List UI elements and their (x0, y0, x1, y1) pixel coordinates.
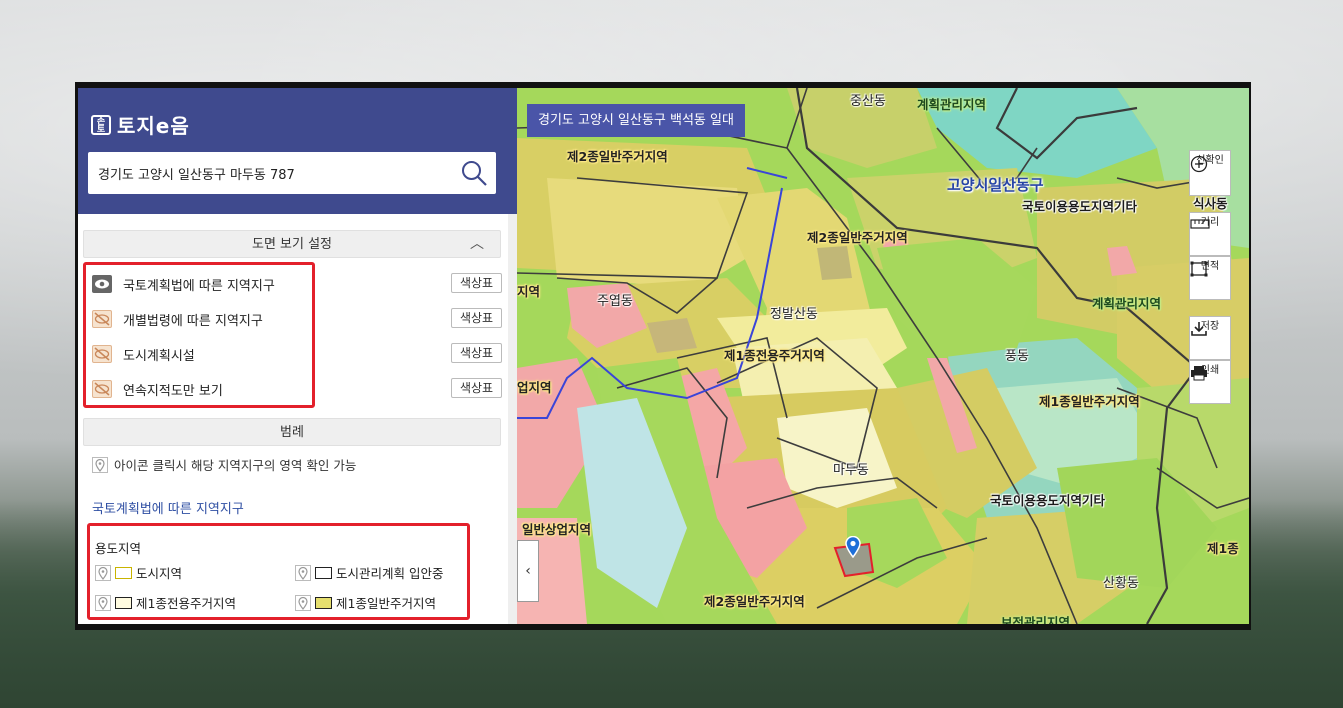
map-label: 지역 (517, 284, 541, 299)
legend-swatch (315, 596, 332, 609)
map-label: 주엽동 (597, 294, 633, 309)
legend-swatch (115, 566, 132, 579)
collapse-panel-button[interactable]: ‹ (517, 540, 539, 602)
map-label: 국토이용용도지역기타 (990, 493, 1106, 508)
map-label: 제2종일반주거지역 (704, 594, 805, 609)
view-settings-title: 도면 보기 설정 (251, 237, 333, 252)
legend-group-title: 용도지역 (95, 541, 142, 556)
legend-swatch (115, 596, 132, 609)
tool-distance-button[interactable]: 거리 (1189, 212, 1231, 256)
panel-scrollbar[interactable] (508, 214, 517, 624)
search-box (88, 152, 496, 194)
legend-item-general-res-1[interactable]: 제1종일반주거지역 (295, 593, 436, 612)
color-table-button[interactable]: 색상표 (451, 273, 502, 293)
layer-row-individual-law[interactable]: 개별법령에 따른 지역지구 색상표 (92, 307, 502, 331)
map-pin-icon (92, 456, 108, 473)
map-label: 계획관리지역 (1092, 296, 1162, 311)
color-table-button[interactable]: 색상표 (451, 378, 502, 398)
chevron-up-icon[interactable]: ︿ (470, 231, 484, 258)
map-label: 보전관리지역 (1001, 615, 1071, 624)
side-panel: 손토 토지e음 도면 보기 설정 ︿ 국토계획법에 따른 지역지구 색상표 개별… (78, 88, 517, 624)
eye-hidden-icon[interactable] (92, 380, 112, 398)
legend-info-text: 아이콘 클릭시 해당 지역지구의 영역 확인 가능 (114, 458, 357, 473)
layer-label: 도시계획시설 (123, 349, 195, 364)
chevron-left-icon[interactable]: ‹ (525, 563, 531, 579)
color-table-button[interactable]: 색상표 (451, 308, 502, 328)
tool-area-button[interactable]: 면적 (1189, 256, 1231, 300)
plus-circle-icon (1190, 155, 1208, 173)
map-pin-icon[interactable] (295, 564, 311, 581)
legend-header[interactable]: 범례 (83, 418, 501, 446)
map-label: 풍동 (1005, 349, 1029, 364)
layer-row-urban-facility[interactable]: 도시계획시설 색상표 (92, 342, 502, 366)
printer-icon (1191, 366, 1207, 381)
legend-swatch (315, 566, 332, 579)
map-label: 일반상업지역 (522, 522, 592, 537)
legend-item-label: 도시지역 (136, 566, 183, 581)
legend-item-exclusive-res-1[interactable]: 제1종전용주거지역 (95, 593, 236, 612)
layer-label: 개별법령에 따른 지역지구 (123, 314, 263, 329)
legend-subheading: 국토계획법에 따른 지역지구 (92, 502, 244, 517)
legend-item-planning-draft[interactable]: 도시관리계획 입안중 (295, 563, 443, 582)
legend-item-label: 제1종전용주거지역 (136, 596, 236, 611)
layer-row-national-planning[interactable]: 국토계획법에 따른 지역지구 색상표 (92, 272, 502, 296)
location-marker-icon[interactable] (845, 536, 861, 558)
map-label: 업지역 (517, 380, 552, 395)
legend-item-label: 제1종일반주거지역 (336, 596, 436, 611)
map-label: 정발산동 (770, 307, 818, 322)
map-label: 제1종전용주거지역 (724, 348, 825, 363)
legend-item-urban[interactable]: 도시지역 (95, 563, 182, 582)
map-label: 제2종일반주거지역 (807, 230, 908, 245)
layer-label: 국토계획법에 따른 지역지구 (123, 279, 275, 294)
tool-select-button[interactable]: 선확인 (1189, 150, 1231, 196)
app-logo[interactable]: 손토 토지e음 (91, 110, 190, 139)
map-label: 계획관리지역 (917, 97, 987, 112)
map-label: 제2종일반주거지역 (567, 149, 668, 164)
layer-label: 연속지적도만 보기 (123, 384, 223, 399)
map-label: 제1종 (1207, 541, 1239, 556)
panel-header: 손토 토지e음 (78, 88, 517, 214)
search-icon[interactable] (460, 159, 488, 187)
map-label: 산황동 (1103, 576, 1139, 591)
tool-save-button[interactable]: 저장 (1189, 316, 1231, 360)
eye-hidden-icon[interactable] (92, 345, 112, 363)
legend-item-label: 도시관리계획 입안중 (336, 566, 444, 581)
map-pin-icon[interactable] (95, 564, 111, 581)
logo-mark-icon: 손토 (91, 114, 111, 135)
ruler-icon (1190, 219, 1210, 229)
map-label: 마두동 (833, 463, 869, 478)
map-label: 고양시일산동구 (947, 176, 1044, 194)
map-label: 국토이용용도지역기타 (1022, 199, 1138, 214)
layer-row-cadastral-only[interactable]: 연속지적도만 보기 색상표 (92, 377, 502, 401)
legend-info: 아이콘 클릭시 해당 지역지구의 영역 확인 가능 (92, 455, 356, 474)
legend-title: 범례 (280, 425, 304, 440)
search-input[interactable] (88, 152, 448, 194)
view-settings-header[interactable]: 도면 보기 설정 ︿ (83, 230, 501, 258)
eye-hidden-icon[interactable] (92, 310, 112, 328)
zoning-map[interactable]: 중산동 계획관리지역 제2종일반주거지역 고양시일산동구 식사동 국토이용용도지… (517, 88, 1249, 624)
map-label: 중산동 (850, 94, 886, 109)
map-pin-icon[interactable] (295, 594, 311, 611)
map-pin-icon[interactable] (95, 594, 111, 611)
color-table-button[interactable]: 색상표 (451, 343, 502, 363)
logo-text: 토지e음 (117, 114, 190, 138)
area-icon (1190, 261, 1208, 277)
eye-visible-icon[interactable] (92, 275, 112, 293)
map-canvas[interactable] (517, 88, 1249, 624)
download-icon (1191, 322, 1207, 336)
tool-print-button[interactable]: 인쇄 (1189, 360, 1231, 404)
map-area-title: 경기도 고양시 일산동구 백석동 일대 (527, 104, 745, 137)
map-label: 제1종일반주거지역 (1039, 394, 1140, 409)
